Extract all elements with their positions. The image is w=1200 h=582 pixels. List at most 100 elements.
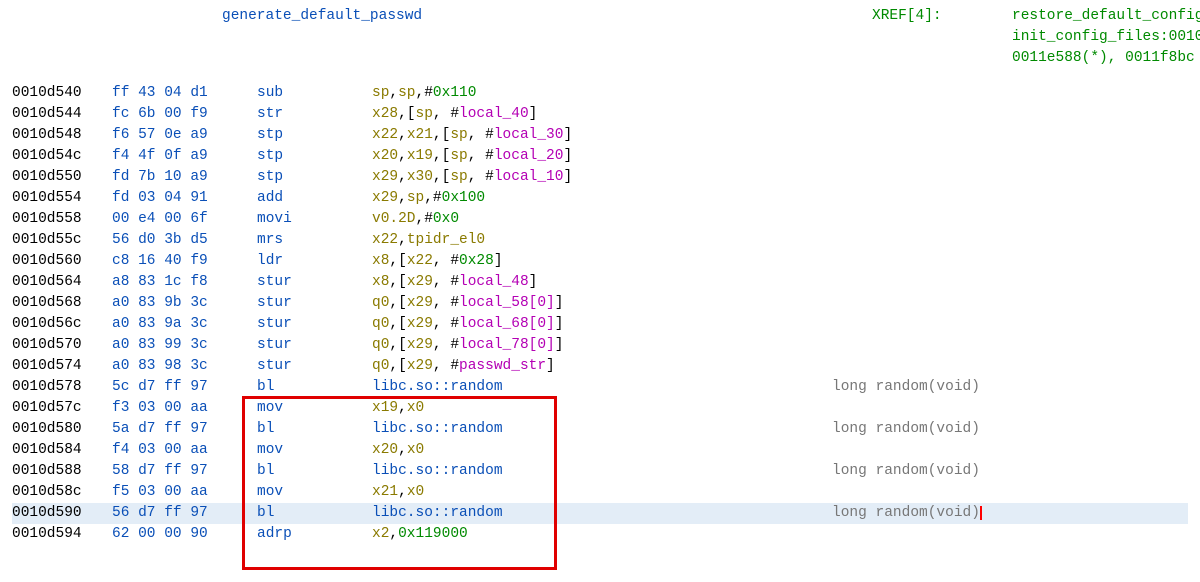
address: 0010d568 [12,293,112,314]
mnemonic: bl [257,377,372,398]
function-name[interactable]: generate_default_passwd [222,6,872,27]
instruction-row[interactable]: 0010d584f4 03 00 aamovx20,x0 [12,440,1188,461]
instruction-row[interactable]: 0010d544fc 6b 00 f9strx28,[sp, #local_40… [12,104,1188,125]
mnemonic: ldr [257,251,372,272]
annotation [632,356,1188,377]
bytes: ff 43 04 d1 [112,83,257,104]
instruction-row[interactable]: 0010d59056 d7 ff 97bllibc.so::randomlong… [12,503,1188,524]
bytes: f6 57 0e a9 [112,125,257,146]
address: 0010d56c [12,314,112,335]
instruction-row[interactable]: 0010d550fd 7b 10 a9stpx29,x30,[sp, #loca… [12,167,1188,188]
mnemonic: stur [257,314,372,335]
annotation [632,440,1188,461]
address: 0010d57c [12,398,112,419]
xref-list[interactable]: restore_default_config:0010d344(… init_c… [1012,6,1200,69]
cursor-icon [980,506,982,520]
instruction-row[interactable]: 0010d54cf4 4f 0f a9stpx20,x19,[sp, #loca… [12,146,1188,167]
operands: x29,x30,[sp, #local_10] [372,167,632,188]
bytes: 5a d7 ff 97 [112,419,257,440]
instruction-row[interactable]: 0010d58858 d7 ff 97bllibc.so::randomlong… [12,461,1188,482]
annotation: long random(void) [632,503,1188,524]
mnemonic: add [257,188,372,209]
operands: libc.so::random [372,419,632,440]
operands: libc.so::random [372,503,632,524]
instruction-row[interactable]: 0010d55800 e4 00 6fmoviv0.2D,#0x0 [12,209,1188,230]
mnemonic: bl [257,503,372,524]
instruction-row[interactable]: 0010d59462 00 00 90adrpx2,0x119000 [12,524,1188,545]
address: 0010d55c [12,230,112,251]
bytes: f5 03 00 aa [112,482,257,503]
annotation [632,524,1188,545]
operands: x28,[sp, #local_40] [372,104,632,125]
instruction-row[interactable]: 0010d55c56 d0 3b d5mrsx22,tpidr_el0 [12,230,1188,251]
mnemonic: movi [257,209,372,230]
operands: x8,[x22, #0x28] [372,251,632,272]
bytes: fc 6b 00 f9 [112,104,257,125]
instruction-row[interactable]: 0010d5785c d7 ff 97bllibc.so::randomlong… [12,377,1188,398]
mnemonic: sub [257,83,372,104]
bytes: 58 d7 ff 97 [112,461,257,482]
annotation: long random(void) [632,419,1188,440]
bytes: 5c d7 ff 97 [112,377,257,398]
instruction-row[interactable]: 0010d564a8 83 1c f8sturx8,[x29, #local_4… [12,272,1188,293]
bytes: 00 e4 00 6f [112,209,257,230]
annotation [632,188,1188,209]
address: 0010d564 [12,272,112,293]
instruction-row[interactable]: 0010d554fd 03 04 91addx29,sp,#0x100 [12,188,1188,209]
bytes: f4 4f 0f a9 [112,146,257,167]
annotation [632,314,1188,335]
disassembly-listing: generate_default_passwd XREF[4]: restore… [12,6,1188,545]
bytes: f3 03 00 aa [112,398,257,419]
address: 0010d580 [12,419,112,440]
operands: v0.2D,#0x0 [372,209,632,230]
operands: x21,x0 [372,482,632,503]
annotation [632,251,1188,272]
bytes: a0 83 9a 3c [112,314,257,335]
mnemonic: stur [257,272,372,293]
annotation [632,104,1188,125]
instruction-row[interactable]: 0010d57cf3 03 00 aamovx19,x0 [12,398,1188,419]
address: 0010d584 [12,440,112,461]
mnemonic: adrp [257,524,372,545]
operands: x20,x19,[sp, #local_20] [372,146,632,167]
address: 0010d570 [12,335,112,356]
operands: q0,[x29, #local_58[0]] [372,293,632,314]
instruction-row[interactable]: 0010d570a0 83 99 3csturq0,[x29, #local_7… [12,335,1188,356]
instruction-row[interactable]: 0010d5805a d7 ff 97bllibc.so::randomlong… [12,419,1188,440]
operands: x22,x21,[sp, #local_30] [372,125,632,146]
bytes: a0 83 9b 3c [112,293,257,314]
mnemonic: bl [257,419,372,440]
annotation [632,230,1188,251]
instruction-row[interactable]: 0010d548f6 57 0e a9stpx22,x21,[sp, #loca… [12,125,1188,146]
annotation [632,293,1188,314]
annotation: long random(void) [632,377,1188,398]
annotation: long random(void) [632,461,1188,482]
address: 0010d544 [12,104,112,125]
instruction-row[interactable]: 0010d540ff 43 04 d1subsp,sp,#0x110 [12,83,1188,104]
instruction-row[interactable]: 0010d568a0 83 9b 3csturq0,[x29, #local_5… [12,293,1188,314]
listing-header: generate_default_passwd XREF[4]: restore… [12,6,1188,69]
operands: x8,[x29, #local_48] [372,272,632,293]
annotation [632,482,1188,503]
operands: sp,sp,#0x110 [372,83,632,104]
instruction-row[interactable]: 0010d574a0 83 98 3csturq0,[x29, #passwd_… [12,356,1188,377]
instruction-row[interactable]: 0010d56ca0 83 9a 3csturq0,[x29, #local_6… [12,314,1188,335]
operands: x22,tpidr_el0 [372,230,632,251]
xref-count-label: XREF[4]: [872,6,1012,27]
operands: x29,sp,#0x100 [372,188,632,209]
address: 0010d594 [12,524,112,545]
address: 0010d554 [12,188,112,209]
operands: q0,[x29, #local_68[0]] [372,314,632,335]
operands: libc.so::random [372,461,632,482]
bytes: fd 7b 10 a9 [112,167,257,188]
address: 0010d560 [12,251,112,272]
mnemonic: mov [257,440,372,461]
annotation [632,83,1188,104]
address: 0010d540 [12,83,112,104]
bytes: 56 d0 3b d5 [112,230,257,251]
mnemonic: mov [257,398,372,419]
address: 0010d588 [12,461,112,482]
instruction-row[interactable]: 0010d58cf5 03 00 aamovx21,x0 [12,482,1188,503]
instruction-row[interactable]: 0010d560c8 16 40 f9ldrx8,[x22, #0x28] [12,251,1188,272]
bytes: a0 83 99 3c [112,335,257,356]
